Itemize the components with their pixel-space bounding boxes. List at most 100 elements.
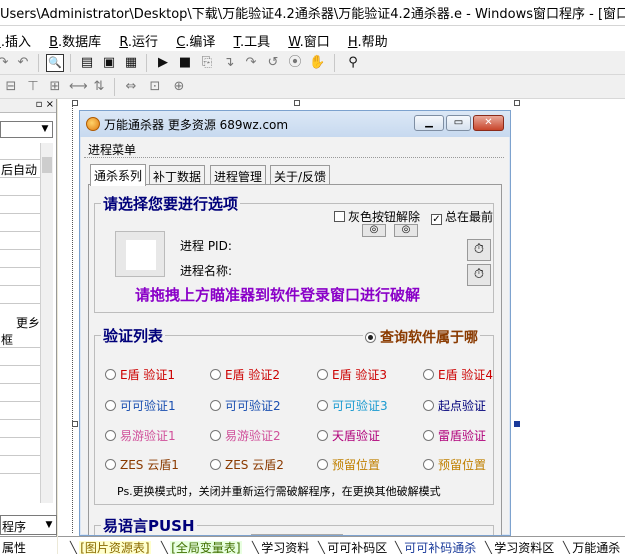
step-icon[interactable]: ⎘ bbox=[198, 54, 216, 72]
form-window: 万能通杀器 更多资源 689wz.com ▁ ▭ ✕ 进程菜单 通杀系列 补丁数… bbox=[79, 110, 511, 536]
menu-run[interactable]: R.运行 bbox=[119, 31, 158, 50]
tab-patch-data[interactable]: 补丁数据 bbox=[149, 165, 206, 185]
crosshair-picker[interactable] bbox=[115, 231, 165, 277]
radio-keke-1[interactable]: 可可验证1 bbox=[105, 397, 176, 414]
toolbar-align: ⊟ ⊤ ⊞ ⟷ ⇅ ⇔ ⊡ ⊕ bbox=[0, 75, 625, 99]
tab-process-mgmt[interactable]: 进程管理 bbox=[210, 165, 267, 185]
radio-edun-2[interactable]: E盾 验证2 bbox=[210, 366, 280, 383]
minimize-button[interactable]: ▁ bbox=[414, 115, 444, 131]
push-group-title: 易语言PUSH bbox=[101, 515, 197, 535]
query-radio[interactable]: 查询软件属于哪 bbox=[363, 327, 480, 347]
target-2-icon[interactable]: ◎ bbox=[394, 224, 418, 237]
bottom-tab-bar: ╲ [图片资源表] ╲ [全局变量表] ╲ 学习资料 ╲ 可可补码区 ╲ 可可补码通杀 ╲… bbox=[58, 536, 625, 554]
drag-hint: 请拖拽上方瞄准器到软件登录窗口进行破解 bbox=[135, 286, 421, 304]
tab-global-vars[interactable]: ╲ [全局变量表] bbox=[161, 539, 242, 554]
left-panel: ▫ × ▼ 后自动 更乡 框 bbox=[0, 99, 57, 536]
tab-keke-patch[interactable]: ╲ 可可补码区 bbox=[318, 539, 387, 554]
step-over-icon[interactable]: ↷ bbox=[242, 54, 260, 72]
align-center-icon[interactable]: ⊞ bbox=[46, 78, 64, 96]
layout-3-icon[interactable]: ▦ bbox=[122, 54, 140, 72]
tab-keke-patch-tongsha[interactable]: ╲ 可可补码通杀 bbox=[395, 539, 476, 554]
menu-tools[interactable]: T.工具 bbox=[234, 31, 271, 50]
same-height-icon[interactable]: ⇅ bbox=[90, 78, 108, 96]
tab-panel: 请选择您要进行选项 灰色按钮解除 ✓ 总在最前 ◎ ◎ 进程 PID: 进程名称:… bbox=[88, 184, 502, 535]
verify-group: 验证列表 查询软件属于哪 E盾 验证1 E盾 验证2 E盾 验证3 E盾 验证4… bbox=[94, 325, 494, 505]
radio-zes-1[interactable]: ZES 云盾1 bbox=[105, 456, 179, 473]
align-left-icon[interactable]: ⊟ bbox=[2, 78, 20, 96]
maximize-button[interactable]: ▭ bbox=[446, 115, 471, 131]
radio-tiandun[interactable]: 天盾验证 bbox=[317, 427, 380, 444]
find-icon[interactable]: 🔍 bbox=[46, 54, 64, 72]
tab-wanneng-tongsha[interactable]: ╲ 万能通杀 bbox=[563, 539, 620, 554]
tab-properties[interactable]: 属性 bbox=[0, 536, 57, 554]
step-out-icon[interactable]: ↺ bbox=[264, 54, 282, 72]
space-h-icon[interactable]: ⇔ bbox=[122, 78, 140, 96]
app-logo-icon bbox=[86, 117, 100, 131]
center-form-icon[interactable]: ⊕ bbox=[170, 78, 188, 96]
app-title-bar: Users\Administrator\Desktop\下载\万能验证4.2通杀… bbox=[0, 0, 625, 26]
tab-study-material[interactable]: ╲ 学习资料 bbox=[252, 539, 309, 554]
gray-button-checkbox[interactable]: 灰色按钮解除 bbox=[334, 208, 420, 225]
mode-note: Ps.更换模式时，关闭并重新运行需破解程序，在更换其他破解模式 bbox=[117, 485, 441, 498]
align-top-icon[interactable]: ⊤ bbox=[24, 78, 42, 96]
radio-reserved-2[interactable]: 预留位置 bbox=[423, 456, 486, 473]
radio-edun-4[interactable]: E盾 验证4 bbox=[423, 366, 493, 383]
chevron-down-icon[interactable]: ▼ bbox=[42, 516, 56, 534]
step-into-icon[interactable]: ↴ bbox=[220, 54, 238, 72]
radio-reserved-1[interactable]: 预留位置 bbox=[317, 456, 380, 473]
stopwatch-1-icon[interactable]: ⏱ bbox=[467, 239, 491, 261]
close-button[interactable]: ✕ bbox=[473, 115, 504, 131]
left-panel-text-1: 后自动 bbox=[1, 163, 38, 177]
stopwatch-2-icon[interactable]: ⏱ bbox=[467, 264, 491, 286]
undo-icon[interactable]: ↶ bbox=[14, 54, 32, 72]
left-panel-header[interactable]: ▫ × bbox=[0, 99, 56, 113]
left-panel-scrollbar[interactable] bbox=[40, 143, 53, 503]
radio-yiyou-2[interactable]: 易游验证2 bbox=[210, 427, 281, 444]
same-width-icon[interactable]: ⟷ bbox=[68, 78, 88, 96]
menu-compile[interactable]: C.编译 bbox=[176, 31, 215, 50]
chevron-down-icon[interactable]: ▼ bbox=[38, 122, 52, 137]
left-panel-bottom-combo[interactable]: 程序 ▼ bbox=[0, 515, 57, 535]
menu-window[interactable]: W.窗口 bbox=[288, 31, 330, 50]
menu-database[interactable]: B.数据库 bbox=[49, 31, 101, 50]
tab-image-resources[interactable]: ╲ [图片资源表] bbox=[70, 539, 151, 554]
left-panel-combo[interactable]: ▼ bbox=[0, 121, 53, 138]
radio-keke-2[interactable]: 可可验证2 bbox=[210, 397, 281, 414]
push-group: 易语言PUSH bbox=[94, 515, 494, 535]
process-name-label: 进程名称: bbox=[180, 264, 233, 278]
menu-process[interactable]: 进程菜单 bbox=[88, 141, 136, 158]
always-on-top-checkbox[interactable]: ✓ 总在最前 bbox=[431, 208, 493, 225]
hand-icon[interactable]: ✋ bbox=[308, 54, 326, 72]
breakpoint-icon[interactable]: ⦿ bbox=[286, 54, 304, 72]
radio-keke-3[interactable]: 可可验证3 bbox=[317, 397, 388, 414]
stop-icon[interactable]: ■ bbox=[176, 54, 194, 72]
target-1-icon[interactable]: ◎ bbox=[362, 224, 386, 237]
menu-bar: I.插入 B.数据库 R.运行 C.编译 T.工具 W.窗口 H.帮助 bbox=[0, 26, 625, 51]
menu-insert[interactable]: I.插入 bbox=[0, 31, 31, 50]
space-v-icon[interactable]: ⊡ bbox=[146, 78, 164, 96]
radio-zes-2[interactable]: ZES 云盾2 bbox=[210, 456, 284, 473]
run-icon[interactable]: ▶ bbox=[154, 54, 172, 72]
toolbar-main: ↷ ↶ 🔍 ▤ ▣ ▦ ▶ ■ ⎘ ↴ ↷ ↺ ⦿ ✋ ⚲ bbox=[0, 51, 625, 75]
form-title: 万能通杀器 更多资源 689wz.com bbox=[104, 118, 289, 132]
tab-tongsha[interactable]: 通杀系列 bbox=[90, 164, 147, 186]
radio-qidian[interactable]: 起点验证 bbox=[423, 397, 486, 414]
radio-leidun[interactable]: 雷盾验证 bbox=[423, 427, 486, 444]
select-group: 请选择您要进行选项 灰色按钮解除 ✓ 总在最前 ◎ ◎ 进程 PID: 进程名称:… bbox=[94, 193, 494, 313]
left-panel-text-2: 更乡 bbox=[16, 316, 41, 330]
radio-yiyou-1[interactable]: 易游验证1 bbox=[105, 427, 176, 444]
select-group-title: 请选择您要进行选项 bbox=[101, 193, 241, 214]
verify-group-title: 验证列表 bbox=[101, 325, 166, 346]
menu-help[interactable]: H.帮助 bbox=[348, 31, 388, 50]
radio-edun-1[interactable]: E盾 验证1 bbox=[105, 366, 175, 383]
form-title-bar: 万能通杀器 更多资源 689wz.com ▁ ▭ ✕ bbox=[80, 111, 510, 137]
radio-edun-3[interactable]: E盾 验证3 bbox=[317, 366, 387, 383]
binoculars-icon[interactable]: ⚲ bbox=[344, 54, 362, 72]
app-title: Users\Administrator\Desktop\下载\万能验证4.2通杀… bbox=[0, 7, 625, 22]
redo-icon[interactable]: ↷ bbox=[0, 54, 12, 72]
tab-about[interactable]: 关于/反馈 bbox=[270, 165, 331, 185]
layout-1-icon[interactable]: ▤ bbox=[78, 54, 96, 72]
layout-2-icon[interactable]: ▣ bbox=[100, 54, 118, 72]
tab-study-area[interactable]: ╲ 学习资料区 bbox=[485, 539, 554, 554]
pid-label: 进程 PID: bbox=[180, 239, 232, 253]
